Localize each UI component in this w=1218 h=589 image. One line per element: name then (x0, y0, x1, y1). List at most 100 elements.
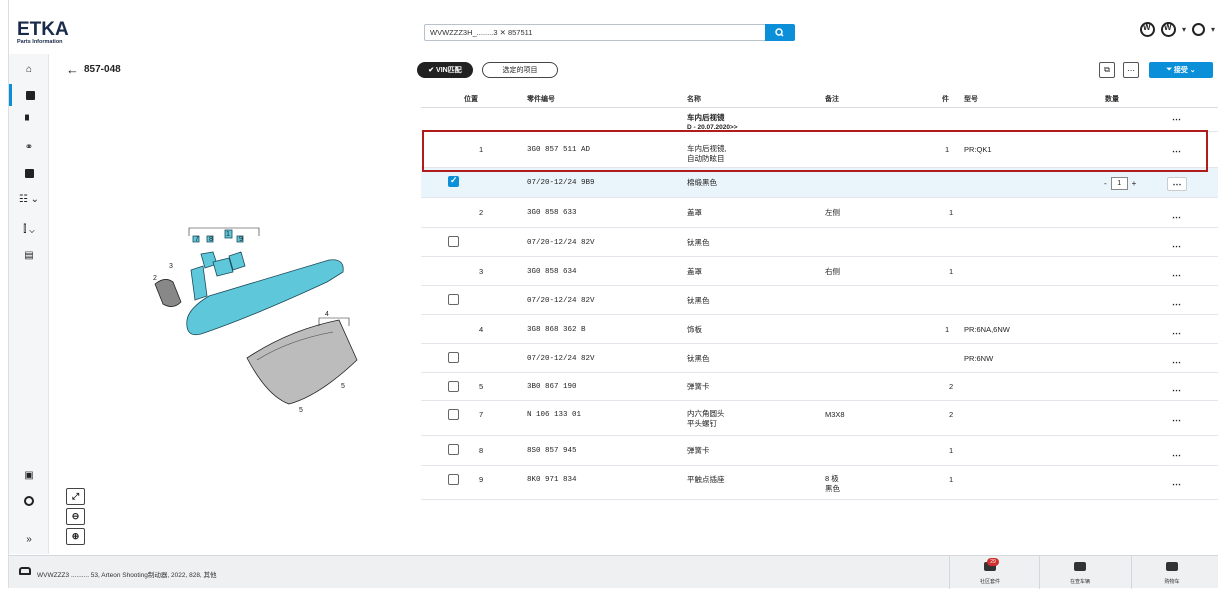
search-field[interactable]: WVWZZZ3H_........3 ✕ 857511 (424, 24, 795, 41)
globe-icon[interactable] (9, 490, 49, 512)
part-cell[interactable]: 3G0 858 634 (527, 267, 577, 277)
user-chevron-down-icon[interactable]: ▾ (1211, 25, 1215, 34)
row-more-button[interactable]: ⋯ (1172, 114, 1181, 125)
cart-button[interactable]: 购物车 (1131, 556, 1211, 589)
callout-9[interactable]: 9 (239, 236, 243, 243)
part-cell[interactable]: N 106 133 01 (527, 410, 581, 420)
table-row[interactable]: 4 3G8 868 362 B 饰板 1 PR:6NA,6NW ⋯ (421, 315, 1218, 344)
row-more-button[interactable]: ⋯ (1172, 385, 1181, 396)
community-kit-button[interactable]: 29 社区套件 (949, 556, 1029, 589)
vin-match-toggle[interactable]: ✔ VIN匹配 (417, 62, 473, 78)
part-cell[interactable]: 8S0 857 945 (527, 446, 577, 456)
copy-icon[interactable]: ⧉ (1099, 62, 1115, 78)
vehicle-info[interactable]: WVWZZZ3 .......... 53, Arteon Shooting制动… (37, 569, 217, 579)
back-arrow-icon[interactable]: ← (66, 62, 79, 77)
zoom-in-button[interactable]: ⊕ (66, 528, 85, 545)
table-row[interactable]: 8 8S0 857 945 弹簧卡 1 ⋯ (421, 436, 1218, 466)
row-checkbox[interactable] (448, 352, 459, 363)
row-checkbox[interactable] (448, 175, 459, 187)
col-qty[interactable]: 数量 (1105, 94, 1119, 104)
more-options-button[interactable]: ⋯ (1123, 62, 1139, 78)
row-checkbox[interactable] (448, 444, 459, 455)
row-checkbox[interactable] (448, 409, 459, 420)
row-more-button[interactable]: ⋯ (1172, 328, 1181, 339)
print-icon[interactable]: ▣ (9, 464, 49, 486)
vw-brand-icon[interactable] (1139, 22, 1155, 37)
quantity-stepper[interactable]: - 1 + (1104, 177, 1136, 190)
table-row[interactable]: 07/20-12/24 82V 钛黑色 ⋯ (421, 286, 1218, 315)
catalog-icon[interactable] (9, 84, 49, 106)
part-cell[interactable]: 07/20-12/24 82V (527, 296, 595, 306)
row-more-button[interactable]: ⋯ (1172, 450, 1181, 461)
parts-diagram[interactable]: 1 2 3 4 5 5 7 8 9 (129, 200, 369, 430)
table-row[interactable]: 07/20-12/24 9B9 棉缎黑色 - 1 + ⋯ (421, 168, 1218, 198)
callout-3[interactable]: 3 (169, 263, 173, 270)
callout-7[interactable]: 7 (195, 236, 199, 243)
part-cell[interactable]: 3G0 858 633 (527, 208, 577, 218)
table-row[interactable]: 7 N 106 133 01 内六角圆头 平头螺钉 M3X8 2 ⋯ (421, 401, 1218, 436)
table-row[interactable]: 07/20-12/24 82V 钛黑色 ⋯ (421, 228, 1218, 257)
stats-menu-icon[interactable]: ⫿ ⌄ (9, 218, 49, 240)
expand-icon[interactable]: » (9, 528, 49, 550)
notification-badge: 29 (987, 558, 999, 566)
clipboard-icon[interactable] (9, 162, 49, 184)
name-cell: 平触点插座 (687, 475, 725, 484)
chevron-down-icon[interactable]: ▾ (1182, 25, 1186, 34)
zoom-out-button[interactable]: ⊖ (66, 508, 85, 525)
etka-logo[interactable]: ETKA Parts Information (17, 20, 69, 45)
part-cell[interactable]: 07/20-12/24 82V (527, 354, 595, 364)
part-cell[interactable]: 8K0 971 834 (527, 475, 577, 485)
table-row-group[interactable]: 车内后视镜 D - 20.07.2020>> ⋯ (421, 108, 1218, 132)
qty-minus-button[interactable]: - (1104, 179, 1107, 188)
vw-commercial-icon[interactable] (1160, 22, 1176, 37)
col-part-no[interactable]: 零件编号 (527, 94, 555, 104)
row-more-button[interactable]: ⋯ (1172, 299, 1181, 310)
col-name[interactable]: 名称 (687, 94, 701, 104)
table-row[interactable]: 2 3G0 858 633 盖罩 左侧 1 ⋯ (421, 198, 1218, 228)
user-icon[interactable] (1191, 23, 1205, 36)
search-input-value[interactable]: WVWZZZ3H_........3 ✕ 857511 (430, 28, 532, 37)
row-more-button[interactable]: ⋯ (1172, 270, 1181, 281)
qty-plus-button[interactable]: + (1132, 179, 1137, 188)
row-more-button[interactable]: ⋯ (1172, 241, 1181, 252)
col-note[interactable]: 备注 (825, 94, 839, 104)
row-checkbox[interactable] (448, 294, 459, 305)
row-more-button[interactable]: ⋯ (1167, 177, 1187, 191)
row-checkbox[interactable] (448, 236, 459, 247)
callout-5a[interactable]: 5 (341, 383, 345, 390)
zoom-fit-button[interactable]: ⤢ (66, 488, 85, 505)
row-more-button[interactable]: ⋯ (1172, 415, 1181, 426)
vehicle-check-button[interactable]: 在查车辆 (1039, 556, 1119, 589)
callout-5b[interactable]: 5 (299, 407, 303, 414)
callout-2[interactable]: 2 (153, 275, 157, 282)
table-row[interactable]: 3 3G0 858 634 盖罩 右侧 1 ⋯ (421, 257, 1218, 286)
export-icon[interactable]: ▤ (9, 244, 49, 266)
labor-icon[interactable]: ▘ (9, 110, 49, 132)
tools-menu-icon[interactable]: ☷ ⌄ (9, 188, 49, 210)
col-model[interactable]: 型号 (964, 94, 978, 104)
table-row[interactable]: 9 8K0 971 834 平触点插座 8 极 黑色 1 ⋯ (421, 466, 1218, 500)
name-cell: 钛黑色 (687, 354, 710, 363)
col-pos[interactable]: 位置 (464, 94, 478, 104)
qty-input[interactable]: 1 (1110, 177, 1128, 190)
col-count[interactable]: 件 (942, 94, 949, 104)
row-more-button[interactable]: ⋯ (1172, 357, 1181, 368)
selected-items-button[interactable]: 选定的项目 (482, 62, 558, 78)
table-row[interactable]: 5 3B0 867 190 弹簧卡 2 ⋯ (421, 373, 1218, 401)
accept-button[interactable]: ⏷ 接受 ⌄ (1149, 62, 1213, 78)
row-checkbox[interactable] (448, 381, 459, 392)
link-icon[interactable]: ⚭ (9, 136, 49, 158)
callout-4[interactable]: 4 (325, 311, 329, 318)
row-more-button[interactable]: ⋯ (1172, 479, 1181, 490)
part-cell[interactable]: 3B0 867 190 (527, 382, 577, 392)
part-cell[interactable]: 3G8 868 362 B (527, 325, 586, 335)
home-icon[interactable]: ⌂ (9, 58, 49, 80)
table-row[interactable]: 07/20-12/24 82V 钛黑色 PR:6NW ⋯ (421, 344, 1218, 373)
callout-1[interactable]: 1 (226, 231, 230, 238)
part-cell[interactable]: 07/20-12/24 9B9 (527, 178, 595, 188)
row-more-button[interactable]: ⋯ (1172, 212, 1181, 223)
callout-8[interactable]: 8 (209, 236, 213, 243)
search-button[interactable] (765, 24, 795, 41)
row-checkbox[interactable] (448, 474, 459, 485)
part-cell[interactable]: 07/20-12/24 82V (527, 238, 595, 248)
